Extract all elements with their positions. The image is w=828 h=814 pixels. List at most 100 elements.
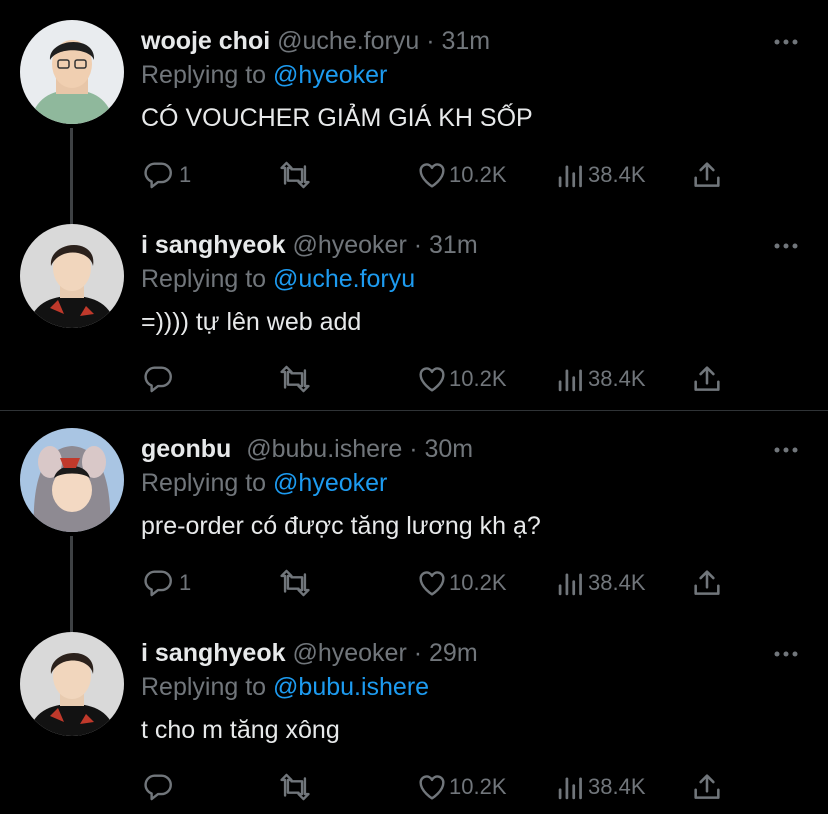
- display-name[interactable]: i sanghyeok: [141, 639, 286, 667]
- heart-icon: [415, 770, 449, 804]
- replying-to-line: Replying to @hyeoker: [141, 60, 387, 90]
- display-name[interactable]: i sanghyeok: [141, 231, 286, 259]
- view-count: 38.4K: [588, 774, 646, 799]
- reply-count: 1: [179, 570, 192, 595]
- retweet-button[interactable]: [276, 362, 314, 396]
- replying-to-mention[interactable]: @uche.foryu: [273, 265, 415, 293]
- replying-to-line: Replying to @bubu.ishere: [141, 672, 429, 702]
- retweet-button[interactable]: [276, 770, 314, 804]
- like-button[interactable]: 10.2K: [415, 770, 507, 804]
- share-button[interactable]: [690, 566, 724, 600]
- more-icon[interactable]: [773, 34, 799, 45]
- timestamp[interactable]: 31m: [429, 231, 478, 259]
- reply-icon: [141, 362, 175, 396]
- tweet-2[interactable]: i sanghyeok @hyeoker · 31m Replying to @…: [0, 224, 828, 410]
- thread-divider: [0, 410, 828, 411]
- views-button[interactable]: 38.4K: [556, 770, 646, 804]
- share-icon: [690, 362, 724, 396]
- views-button[interactable]: 38.4K: [556, 362, 646, 396]
- retweet-icon: [276, 566, 314, 600]
- tweet-header: i sanghyeok @hyeoker · 29m: [141, 638, 478, 668]
- replying-to-label: Replying to: [141, 265, 267, 293]
- like-count: 10.2K: [449, 774, 507, 799]
- like-button[interactable]: 10.2K: [415, 566, 507, 600]
- views-icon: [556, 566, 586, 600]
- reply-icon: [141, 566, 175, 600]
- retweet-icon: [276, 770, 314, 804]
- heart-icon: [415, 362, 449, 396]
- separator: ·: [413, 231, 423, 259]
- like-button[interactable]: 10.2K: [415, 362, 507, 396]
- separator: ·: [409, 435, 418, 463]
- reply-icon: [141, 158, 175, 192]
- view-count: 38.4K: [588, 162, 646, 187]
- share-icon: [690, 158, 724, 192]
- tweet-text: t cho m tăng xông: [141, 716, 340, 744]
- tweet-header: i sanghyeok @hyeoker · 31m: [141, 230, 478, 260]
- replying-to-mention[interactable]: @bubu.ishere: [273, 673, 429, 701]
- separator: ·: [426, 27, 435, 55]
- tweet-4[interactable]: i sanghyeok @hyeoker · 29m Replying to @…: [0, 632, 828, 814]
- replying-to-line: Replying to @hyeoker: [141, 468, 387, 498]
- avatar[interactable]: [20, 632, 124, 736]
- tweet-text: CÓ VOUCHER GIẢM GIÁ KH SỐP: [141, 104, 533, 132]
- timestamp[interactable]: 29m: [429, 639, 478, 667]
- tweet-header: geonbu @bubu.ishere · 30m: [141, 434, 473, 464]
- replying-to-mention[interactable]: @hyeoker: [273, 469, 387, 497]
- like-button[interactable]: 10.2K: [415, 158, 507, 192]
- views-icon: [556, 770, 586, 804]
- action-bar: 1 10.2K 38.4K: [0, 158, 828, 192]
- share-icon: [690, 566, 724, 600]
- views-icon: [556, 158, 586, 192]
- views-icon: [556, 362, 586, 396]
- reply-count: 1: [179, 162, 192, 187]
- more-icon[interactable]: [773, 646, 799, 657]
- separator: ·: [413, 639, 423, 667]
- display-name[interactable]: geonbu: [141, 435, 231, 463]
- heart-icon: [415, 566, 449, 600]
- share-button[interactable]: [690, 158, 724, 192]
- retweet-icon: [276, 362, 314, 396]
- user-handle[interactable]: @hyeoker: [292, 231, 406, 259]
- reply-button[interactable]: [141, 362, 179, 396]
- replying-to-label: Replying to: [141, 673, 267, 701]
- timestamp[interactable]: 30m: [424, 435, 473, 463]
- avatar[interactable]: [20, 428, 124, 532]
- user-handle[interactable]: @hyeoker: [292, 639, 406, 667]
- tweet-1[interactable]: wooje choi @uche.foryu · 31m Replying to…: [0, 20, 828, 224]
- like-count: 10.2K: [449, 162, 507, 187]
- timestamp[interactable]: 31m: [442, 27, 491, 55]
- views-button[interactable]: 38.4K: [556, 566, 646, 600]
- tweet-header: wooje choi @uche.foryu · 31m: [141, 26, 490, 56]
- tweet-3[interactable]: geonbu @bubu.ishere · 30m Replying to @h…: [0, 428, 828, 632]
- replying-to-label: Replying to: [141, 469, 267, 497]
- share-icon: [690, 770, 724, 804]
- more-icon[interactable]: [773, 442, 799, 453]
- retweet-button[interactable]: [276, 158, 314, 192]
- reply-button[interactable]: [141, 770, 179, 804]
- tweet-text: pre-order có được tăng lương kh ạ?: [141, 512, 541, 540]
- avatar[interactable]: [20, 20, 124, 124]
- replying-to-mention[interactable]: @hyeoker: [273, 61, 387, 89]
- replying-to-label: Replying to: [141, 61, 267, 89]
- view-count: 38.4K: [588, 366, 646, 391]
- more-icon[interactable]: [773, 238, 799, 249]
- view-count: 38.4K: [588, 570, 646, 595]
- retweet-button[interactable]: [276, 566, 314, 600]
- like-count: 10.2K: [449, 570, 507, 595]
- display-name[interactable]: wooje choi: [141, 27, 270, 55]
- reply-icon: [141, 770, 175, 804]
- retweet-icon: [276, 158, 314, 192]
- views-button[interactable]: 38.4K: [556, 158, 646, 192]
- reply-button[interactable]: 1: [141, 158, 191, 192]
- user-handle[interactable]: @bubu.ishere: [246, 435, 402, 463]
- share-button[interactable]: [690, 770, 724, 804]
- avatar[interactable]: [20, 224, 124, 328]
- heart-icon: [415, 158, 449, 192]
- share-button[interactable]: [690, 362, 724, 396]
- action-bar: 1 10.2K 38.4K: [0, 566, 828, 600]
- action-bar: 10.2K 38.4K: [0, 362, 828, 396]
- reply-button[interactable]: 1: [141, 566, 191, 600]
- user-handle[interactable]: @uche.foryu: [277, 27, 419, 55]
- like-count: 10.2K: [449, 366, 507, 391]
